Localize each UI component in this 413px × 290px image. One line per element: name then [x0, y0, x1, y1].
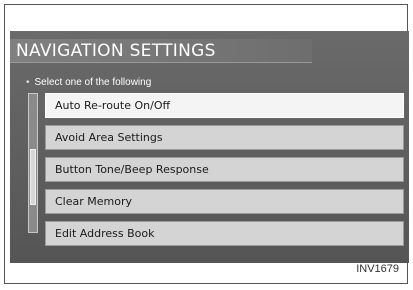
- menu-item-button-tone[interactable]: Button Tone/Beep Response: [45, 157, 404, 182]
- page-title: NAVIGATION SETTINGS: [16, 41, 216, 61]
- settings-menu: Auto Re-route On/Off Avoid Area Settings…: [45, 93, 404, 253]
- figure-frame: NAVIGATION SETTINGS • Select one of the f…: [4, 4, 409, 284]
- figure-reference-code: INV1679: [356, 263, 399, 275]
- menu-item-clear-memory[interactable]: Clear Memory: [45, 189, 404, 214]
- scrollbar[interactable]: [28, 93, 38, 233]
- scroll-thumb[interactable]: [30, 149, 36, 205]
- menu-item-avoid-area-settings[interactable]: Avoid Area Settings: [45, 125, 404, 150]
- bullet-icon: •: [26, 77, 30, 88]
- menu-item-edit-address-book[interactable]: Edit Address Book: [45, 221, 404, 246]
- instruction-text: • Select one of the following: [26, 77, 151, 88]
- instruction-label: Select one of the following: [34, 77, 152, 88]
- navigation-screen: NAVIGATION SETTINGS • Select one of the f…: [10, 31, 409, 263]
- title-bar: NAVIGATION SETTINGS: [10, 39, 312, 63]
- menu-item-auto-reroute[interactable]: Auto Re-route On/Off: [45, 93, 404, 118]
